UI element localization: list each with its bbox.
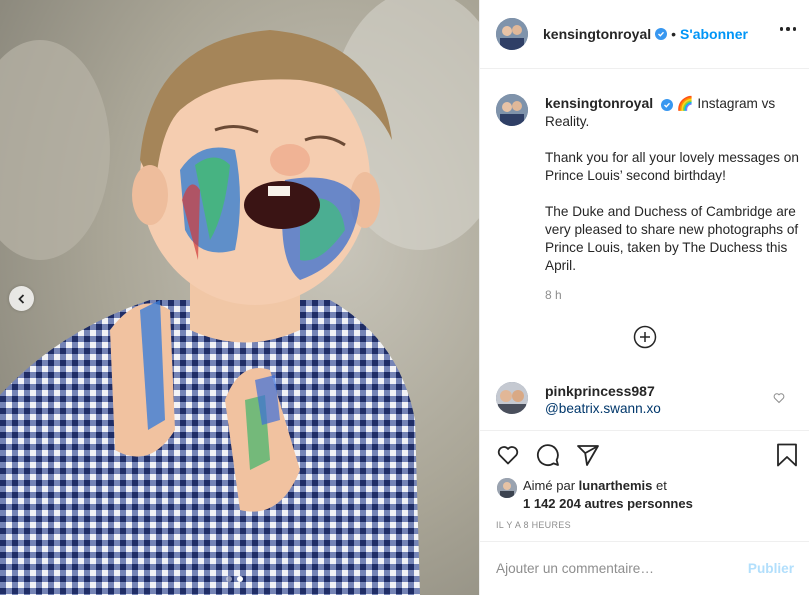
plus-circle-icon xyxy=(633,325,657,349)
carousel-indicator xyxy=(226,576,243,582)
save-button[interactable] xyxy=(776,443,798,470)
avatar-image xyxy=(496,18,528,50)
load-more-comments-button[interactable] xyxy=(633,325,657,349)
caption-author-avatar[interactable] xyxy=(496,94,528,126)
avatar-image xyxy=(496,94,528,126)
chevron-left-icon xyxy=(17,293,24,304)
verified-badge-icon xyxy=(655,28,668,40)
author-avatar[interactable] xyxy=(496,18,528,50)
heart-icon[interactable] xyxy=(496,443,520,467)
carousel-prev-button[interactable] xyxy=(9,286,34,311)
bookmark-icon xyxy=(777,443,797,467)
likes-count-link[interactable]: 1 142 204 autres personnes xyxy=(523,495,693,513)
liker-username[interactable]: lunarthemis xyxy=(579,478,653,493)
post-side-panel: kensingtonroyal • S'abonner kensingtonro… xyxy=(479,0,809,595)
post-header: kensingtonroyal • S'abonner xyxy=(480,0,809,69)
carousel-dot-active xyxy=(237,576,243,582)
carousel-dot xyxy=(226,576,232,582)
caption-paragraph: The Duke and Duchess of Cambridge are ve… xyxy=(545,204,799,273)
post-timestamp[interactable]: IL Y A 8 HEURES xyxy=(496,520,571,530)
likes-prefix: Aimé par xyxy=(523,478,576,493)
post-image[interactable] xyxy=(0,0,479,595)
header-separator: • xyxy=(671,26,677,42)
caption-time[interactable]: 8 h xyxy=(545,288,562,302)
likes-joiner: et xyxy=(655,478,667,493)
commenter-username[interactable]: pinkprincess987 xyxy=(545,382,661,400)
avatar-image xyxy=(497,478,517,498)
add-comment-form: Publier xyxy=(480,541,809,595)
more-horizontal-icon[interactable] xyxy=(779,27,796,31)
share-icon[interactable] xyxy=(576,443,600,467)
caption-paragraph: Thank you for all your lovely messages o… xyxy=(545,150,799,183)
caption-text: kensingtonroyal 🌈 Instagram vs Reality. … xyxy=(545,94,800,275)
rainbow-emoji-icon: 🌈 xyxy=(676,96,694,111)
heart-icon xyxy=(773,393,785,404)
author-username[interactable]: kensingtonroyal xyxy=(543,26,651,42)
post-photo xyxy=(0,0,479,595)
likes-summary: Aimé par lunarthemis et 1 142 204 autres… xyxy=(497,477,693,513)
publish-comment-button[interactable]: Publier xyxy=(748,561,794,576)
comment-icon[interactable] xyxy=(536,443,560,467)
caption-username[interactable]: kensingtonroyal xyxy=(545,95,653,111)
liker-avatar[interactable] xyxy=(497,478,517,498)
comment-like-button[interactable] xyxy=(773,391,785,407)
verified-badge-icon xyxy=(660,99,673,111)
follow-button[interactable]: S'abonner xyxy=(680,26,748,42)
commenter-avatar[interactable] xyxy=(496,382,528,414)
comment-mention-link[interactable]: @beatrix.swann.xo xyxy=(545,400,661,418)
post-actions: Aimé par lunarthemis et 1 142 204 autres… xyxy=(480,430,809,540)
avatar-image xyxy=(496,382,528,414)
comment-input[interactable] xyxy=(496,561,748,576)
